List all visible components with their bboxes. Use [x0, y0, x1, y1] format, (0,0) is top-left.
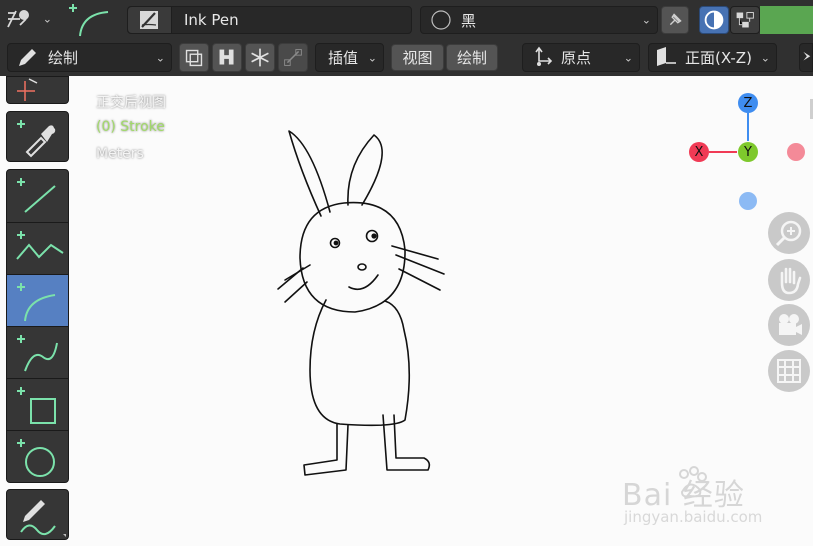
link-icon — [284, 49, 302, 66]
units-label: Meters — [96, 146, 144, 162]
circle-tool[interactable] — [6, 430, 69, 483]
box-tool[interactable] — [6, 378, 69, 431]
origin-label: 原点 — [561, 49, 592, 67]
mode-label: 绘制 — [48, 49, 79, 67]
axis-neg-x-ball[interactable] — [787, 143, 805, 161]
camera-icon — [779, 314, 802, 335]
axis-y-label: Y — [744, 144, 752, 160]
material-name: 黑 — [461, 11, 477, 30]
line-tool-icon — [17, 178, 56, 213]
camera-view-button[interactable] — [768, 304, 810, 346]
snap-toggle[interactable] — [245, 43, 275, 72]
guides-selector[interactable] — [799, 43, 813, 72]
draw-menu[interactable]: 绘制 — [446, 44, 498, 71]
grease-pencil-editor-icon — [7, 10, 29, 28]
plane-selector[interactable]: 正面(X-Z) ⌄ — [648, 43, 777, 72]
overlay-icon — [704, 10, 724, 30]
chevron-down-icon: ⌄ — [155, 51, 165, 64]
brush-icon — [128, 7, 172, 33]
tool-settings-bar: 绘制 ⌄ 插值 ⌄ 视图 绘制 原点 ⌄ 正面(X-Z) ⌄ — [0, 38, 813, 76]
material-sphere-icon — [431, 10, 451, 30]
interpolate-menu[interactable]: 插值 ⌄ — [315, 43, 384, 72]
plane-label: 正面(X-Z) — [685, 49, 752, 67]
gizmo-toggle[interactable] — [730, 6, 760, 34]
axis-x-label: X — [694, 144, 704, 160]
status-color-bar — [760, 6, 813, 34]
hand-icon — [780, 267, 802, 295]
watermark-url: jingyan.baidu.com — [624, 508, 763, 526]
chevron-down-icon: ⌄ — [623, 51, 633, 64]
layers-icon — [185, 49, 203, 67]
chevron-down-icon: ⌄ — [760, 51, 770, 64]
overlay-toggle[interactable] — [699, 6, 729, 34]
origin-icon — [535, 46, 553, 66]
curve-tool[interactable] — [6, 326, 69, 379]
view-menu-label: 视图 — [402, 49, 433, 67]
arc-tool-icon — [17, 283, 56, 322]
cutter-tool[interactable] — [6, 76, 69, 104]
arc-tool[interactable] — [6, 274, 69, 327]
pin-icon — [669, 13, 682, 26]
interpolate-label: 插值 — [328, 49, 359, 67]
origin-selector[interactable]: 原点 ⌄ — [522, 43, 640, 72]
chevron-down-icon: ⌄ — [367, 51, 377, 64]
axis-y-ball[interactable]: Y — [738, 142, 758, 162]
ortho-toggle-button[interactable] — [768, 350, 810, 392]
paw-icon — [679, 466, 707, 498]
arc-tool-icon[interactable] — [64, 0, 114, 38]
pan-button[interactable] — [768, 259, 810, 301]
zoom-icon — [775, 220, 802, 247]
polyline-tool-icon — [16, 231, 64, 260]
pencil-icon — [19, 48, 36, 66]
view-name: 正交后视图 — [96, 95, 166, 111]
eyedropper-tool[interactable] — [6, 111, 69, 162]
brush-name: Ink Pen — [184, 11, 239, 29]
mode-selector[interactable]: 绘制 ⌄ — [7, 43, 172, 72]
grid-icon — [777, 359, 801, 383]
pin-button[interactable] — [661, 6, 689, 34]
annotate-icon — [20, 500, 66, 537]
annotate-tool[interactable] — [6, 489, 69, 540]
circle-tool-icon — [17, 439, 55, 477]
weight-toggle[interactable] — [212, 43, 242, 72]
axis-z-ball[interactable]: Z — [738, 93, 758, 113]
curve-tool-icon — [17, 335, 58, 372]
multiframe-toggle[interactable] — [179, 43, 209, 72]
sculpt-icon — [219, 49, 234, 65]
brush-selector[interactable]: Ink Pen — [127, 6, 412, 34]
chevron-down-icon: ⌄ — [641, 13, 651, 27]
cutter-icon — [17, 78, 38, 101]
zoom-button[interactable] — [768, 212, 810, 254]
polyline-tool[interactable] — [6, 222, 69, 275]
axis-neg-z-ball[interactable] — [739, 192, 757, 210]
guides-icon — [803, 51, 811, 61]
header-bar: ⌄ Ink Pen 黑 ⌄ — [0, 0, 813, 38]
gizmo-icon — [736, 12, 754, 28]
editor-type-selector[interactable]: ⌄ — [4, 5, 54, 33]
eyedropper-icon — [17, 120, 56, 158]
draw-menu-label: 绘制 — [456, 49, 487, 67]
object-info: (0) Stroke — [96, 119, 165, 135]
snowflake-icon — [251, 48, 269, 67]
view-menu[interactable]: 视图 — [391, 44, 444, 71]
material-selector[interactable]: 黑 ⌄ — [420, 6, 658, 34]
plane-icon — [657, 47, 676, 66]
chevron-down-icon: ⌄ — [42, 12, 52, 26]
line-tool[interactable] — [6, 169, 69, 223]
axis-z-label: Z — [743, 95, 753, 111]
link-toggle[interactable] — [278, 43, 308, 72]
axis-x-ball[interactable]: X — [689, 142, 709, 162]
box-tool-icon — [17, 387, 56, 424]
